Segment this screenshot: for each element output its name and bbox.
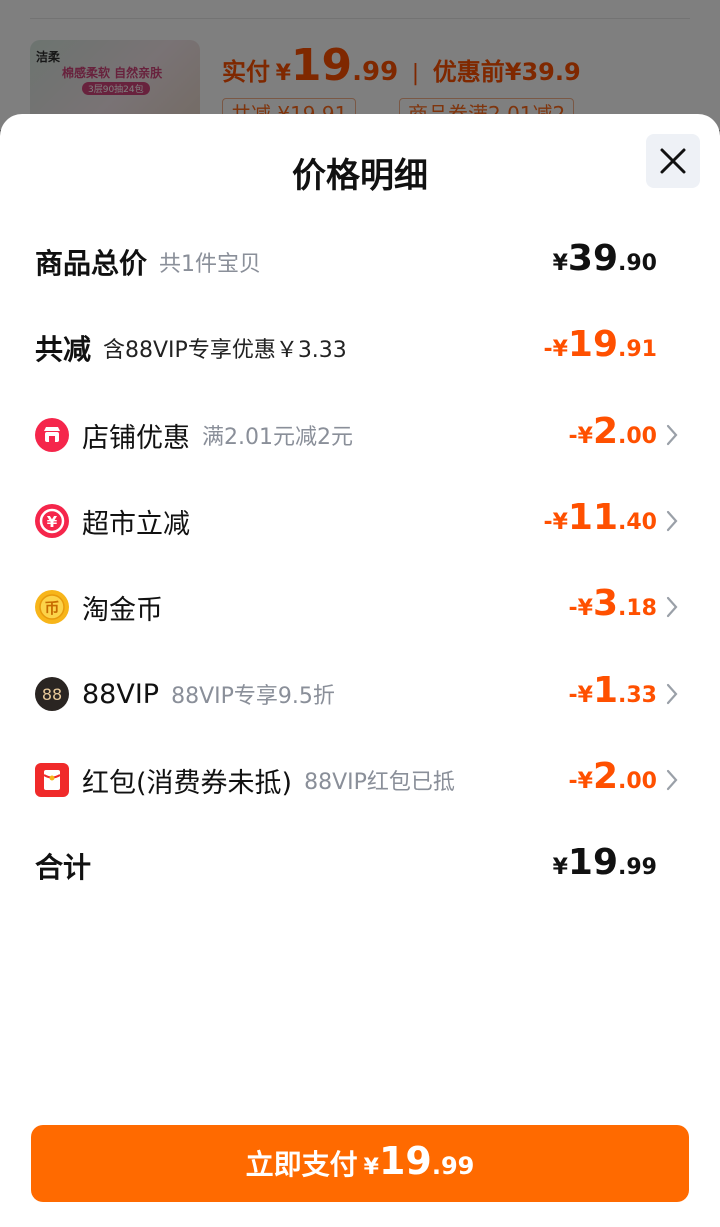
amount-int: 1 xyxy=(592,670,619,711)
chevron-right-icon xyxy=(666,769,678,791)
amount-dec: .99 xyxy=(618,855,657,880)
row-goods-total: 商品总价 共1件宝贝 ¥39.90 xyxy=(0,232,720,292)
amount-currency: -¥ xyxy=(568,683,593,708)
row-tao-coin[interactable]: 币 淘金币 -¥ 3.18 xyxy=(0,577,720,637)
vip-88-icon: 88 xyxy=(35,677,69,711)
row-label: 合计 xyxy=(35,851,92,884)
row-label: 店铺优惠 xyxy=(82,422,190,454)
amount-dec: .18 xyxy=(618,596,657,621)
amount-dec: .90 xyxy=(618,251,657,276)
amount-dec: .40 xyxy=(618,510,657,535)
coin-icon: 币 xyxy=(35,590,69,624)
sheet-title: 价格明细 xyxy=(292,156,428,196)
row-label: 商品总价 xyxy=(35,247,148,280)
amount-int: 2 xyxy=(592,756,619,797)
pay-label: 立即支付 xyxy=(245,1148,358,1181)
amount-dec: .00 xyxy=(618,769,657,794)
amount-currency: -¥ xyxy=(543,337,568,362)
row-supermarket-discount[interactable]: ¥ 超市立减 -¥ 11.40 xyxy=(0,491,720,551)
market-glyph: ¥ xyxy=(47,513,58,531)
row-label: 共减 xyxy=(35,333,92,366)
row-amount: ¥39.90 xyxy=(553,232,657,292)
market-yen-icon: ¥ xyxy=(35,504,69,538)
row-shop-discount[interactable]: 店铺优惠 满2.01元减2元 -¥ 2.00 xyxy=(0,405,720,465)
close-button[interactable] xyxy=(646,134,700,188)
amount-int: 11 xyxy=(567,497,619,538)
row-amount: -¥ 2.00 xyxy=(569,405,658,465)
row-sub: 88VIP红包已抵 xyxy=(304,770,455,795)
row-amount: -¥ 2.00 xyxy=(569,750,658,810)
row-88vip[interactable]: 88 88VIP 88VIP专享9.5折 -¥ 1.33 xyxy=(0,664,720,724)
row-sub: 共1件宝贝 xyxy=(159,252,262,277)
chevron-right-icon xyxy=(666,424,678,446)
amount-int: 3 xyxy=(592,583,619,624)
row-red-packet[interactable]: 红包(消费券未抵) 88VIP红包已抵 -¥ 2.00 xyxy=(0,750,720,810)
pay-currency: ¥ xyxy=(363,1155,379,1180)
amount-dec: .91 xyxy=(618,337,657,362)
row-sub: 含88VIP专享优惠￥3.33 xyxy=(103,338,347,363)
row-amount: ¥19.99 xyxy=(553,836,657,896)
chevron-right-icon xyxy=(666,683,678,705)
row-label: 淘金币 xyxy=(82,594,163,626)
row-amount: -¥ 3.18 xyxy=(569,577,658,637)
pay-dec: .99 xyxy=(431,1152,475,1180)
price-detail-sheet: 价格明细 商品总价 共1件宝贝 ¥39.90 共减 含88VIP专享优惠￥3.3… xyxy=(0,114,720,1227)
pay-now-button[interactable]: 立即支付 ¥19.99 xyxy=(31,1125,689,1202)
row-amount: -¥ 11.40 xyxy=(543,491,657,551)
row-total-reduction: 共减 含88VIP专享优惠￥3.33 -¥ 19.91 xyxy=(0,318,720,378)
coin-glyph: 币 xyxy=(44,599,59,617)
amount-dec: .33 xyxy=(618,683,657,708)
row-grand-total: 合计 ¥19.99 xyxy=(0,836,720,896)
amount-currency: -¥ xyxy=(568,424,593,449)
row-amount: -¥ 19.91 xyxy=(543,318,657,378)
row-label: 红包(消费券未抵) xyxy=(82,767,293,799)
red-packet-icon xyxy=(35,763,69,797)
amount-currency: ¥ xyxy=(552,855,568,880)
amount-int: 19 xyxy=(567,324,619,365)
row-label: 超市立减 xyxy=(82,508,190,540)
amount-currency: -¥ xyxy=(543,510,568,535)
amount-currency: -¥ xyxy=(568,596,593,621)
close-icon xyxy=(660,148,686,174)
chevron-right-icon xyxy=(666,510,678,532)
row-label: 88VIP xyxy=(82,678,160,710)
vip-glyph: 88 xyxy=(42,685,62,704)
row-sub: 88VIP专享9.5折 xyxy=(171,684,335,709)
amount-currency: -¥ xyxy=(568,769,593,794)
row-amount: -¥ 1.33 xyxy=(569,664,658,724)
amount-int: 19 xyxy=(567,842,619,883)
pay-int: 19 xyxy=(378,1139,432,1183)
amount-dec: .00 xyxy=(618,424,657,449)
amount-currency: ¥ xyxy=(552,251,568,276)
row-sub: 满2.01元减2元 xyxy=(202,425,353,450)
amount-int: 39 xyxy=(567,238,619,279)
chevron-right-icon xyxy=(666,596,678,618)
shop-icon xyxy=(35,418,69,452)
amount-int: 2 xyxy=(592,411,619,452)
